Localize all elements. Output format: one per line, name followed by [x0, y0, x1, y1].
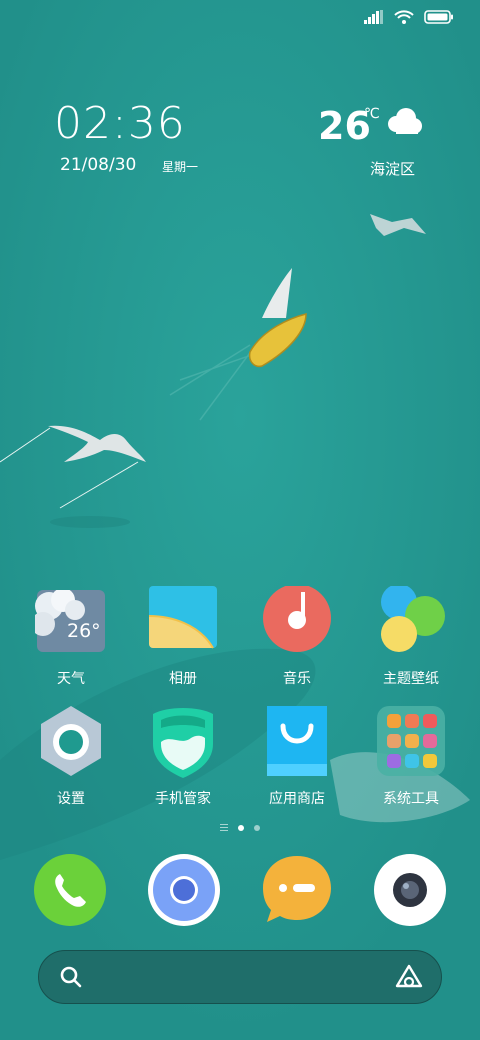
app-label: 主题壁纸	[383, 671, 439, 687]
search-icon[interactable]	[59, 965, 83, 989]
app-label: 音乐	[283, 671, 311, 687]
app-label: 设置	[57, 791, 85, 807]
ai-assistant-icon[interactable]	[395, 964, 423, 990]
security-app-icon	[147, 706, 219, 778]
app-music[interactable]: 音乐	[242, 584, 352, 688]
app-weather[interactable]: 26° 天气	[16, 586, 126, 688]
camera-icon	[374, 854, 446, 926]
dock-camera[interactable]	[374, 854, 446, 926]
page-indicator[interactable]	[0, 824, 480, 831]
dock-messages[interactable]	[261, 854, 333, 926]
app-label: 系统工具	[383, 791, 439, 807]
app-settings[interactable]: 设置	[16, 706, 126, 808]
app-store-icon	[261, 706, 333, 778]
dock-phone[interactable]	[34, 854, 106, 926]
app-label: 手机管家	[155, 791, 211, 807]
clock-date: 21/08/30	[60, 155, 137, 175]
app-label: 天气	[57, 671, 85, 687]
browser-icon	[148, 854, 220, 926]
cloud-icon	[388, 108, 422, 134]
settings-app-icon	[35, 706, 107, 778]
clock-weekday: 星期一	[162, 160, 199, 174]
system-tools-folder-icon	[375, 706, 447, 778]
dock-browser[interactable]	[148, 854, 220, 926]
app-gallery[interactable]: 相册	[128, 586, 238, 688]
weather-app-icon: 26°	[31, 586, 107, 658]
weather-temperature[interactable]: 26	[318, 104, 371, 148]
phone-icon	[34, 854, 106, 926]
search-bar[interactable]	[38, 950, 442, 1004]
status-bar	[364, 10, 454, 24]
app-themes[interactable]: 主题壁纸	[356, 584, 466, 688]
weather-location: 海淀区	[370, 160, 416, 178]
app-store[interactable]: 应用商店	[242, 706, 352, 808]
app-label: 相册	[169, 671, 197, 687]
gallery-app-icon	[147, 586, 219, 658]
app-label: 应用商店	[269, 791, 325, 807]
messages-icon	[263, 856, 331, 922]
clock-time[interactable]: 02:36	[54, 98, 186, 149]
wifi-icon	[394, 10, 414, 24]
themes-app-icon	[375, 584, 447, 658]
page-dot	[254, 824, 260, 831]
signal-icon	[364, 10, 383, 24]
app-security[interactable]: 手机管家	[128, 706, 238, 808]
folder-system-tools[interactable]: 系统工具	[356, 706, 466, 808]
battery-icon	[424, 10, 453, 24]
page-dot-active	[238, 824, 244, 831]
music-app-icon	[261, 584, 333, 658]
weather-app-temp: 26°	[67, 620, 101, 642]
feed-page-indicator-icon	[220, 824, 228, 831]
weather-unit: ℃	[364, 106, 380, 122]
